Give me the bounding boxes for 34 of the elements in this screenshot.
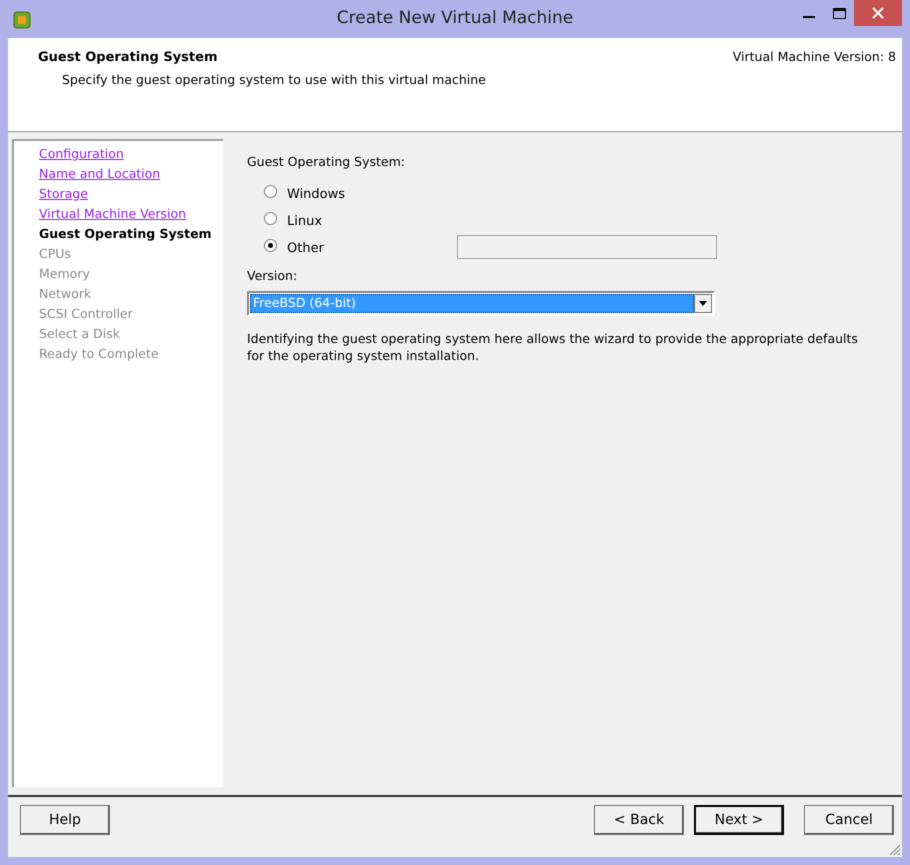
radio-label[interactable]: Linux [287, 212, 447, 231]
header-title: Guest Operating System [38, 49, 218, 67]
wizard-step: CPUs [39, 244, 223, 264]
back-button[interactable]: < Back [594, 805, 684, 835]
wizard-step: Network [39, 284, 223, 304]
wizard-step[interactable]: Name and Location [39, 164, 223, 184]
app-icon [12, 10, 32, 30]
wizard-step: Memory [39, 264, 223, 284]
help-button[interactable]: Help [20, 805, 110, 835]
radio-label[interactable]: Other [287, 238, 447, 258]
radio-button[interactable] [264, 184, 277, 198]
window-title: Create New Virtual Machine [336, 7, 574, 30]
version-field-label: Version: [247, 266, 298, 285]
wizard-step: SCSI Controller [39, 304, 223, 324]
guest-os-label: Guest Operating System: [247, 153, 406, 171]
radio-button[interactable] [264, 212, 277, 225]
wizard-step: Guest Operating System [39, 224, 223, 244]
dropdown-arrow-icon [699, 300, 707, 306]
wizard-step: Select a Disk [39, 324, 223, 344]
version-label: Virtual Machine Version: 8 [732, 48, 896, 66]
other-os-field[interactable] [457, 235, 717, 260]
wizard-step[interactable]: Configuration [39, 144, 223, 164]
header-subtitle: Specify the guest operating system to use with this virtual machine [62, 70, 486, 89]
resize-grip-icon [887, 842, 901, 856]
next-button[interactable]: Next > [694, 805, 784, 835]
cancel-button[interactable]: Cancel [804, 805, 894, 835]
close-icon [872, 7, 884, 19]
wizard-step: Ready to Complete [39, 344, 223, 364]
wizard-step[interactable]: Storage [39, 184, 223, 204]
close-button[interactable] [854, 0, 902, 26]
description-text: Identifying the guest operating system here allows the wizard to provide the appropriate defaults for the operating system installation. [247, 330, 859, 364]
wizard-step[interactable]: Virtual Machine Version [39, 204, 223, 224]
radio-label[interactable]: Windows [287, 184, 447, 204]
radio-button[interactable] [264, 238, 277, 252]
